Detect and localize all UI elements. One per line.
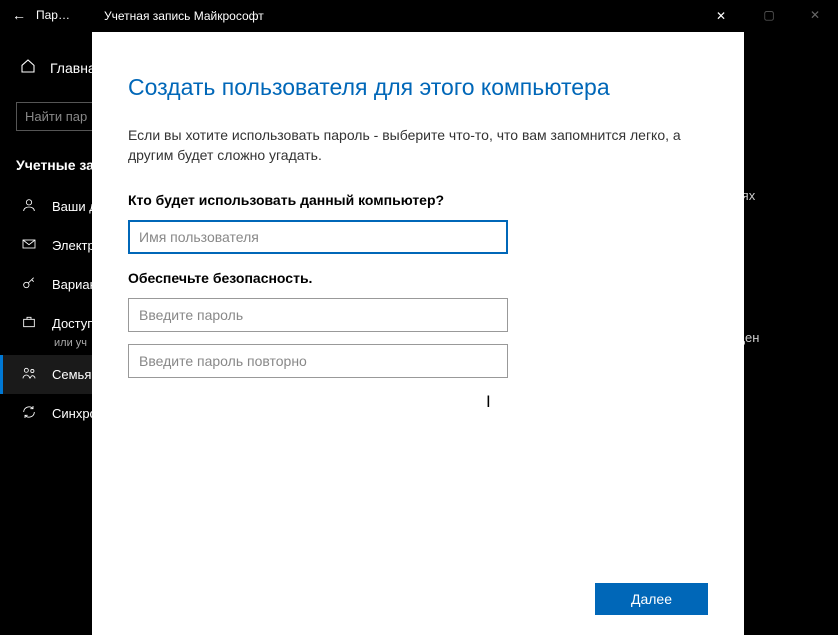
briefcase-icon xyxy=(20,314,38,333)
dialog-body: Создать пользователя для этого компьютер… xyxy=(92,32,744,635)
password-input[interactable] xyxy=(128,298,508,332)
maximize-button[interactable]: ▢ xyxy=(746,0,792,30)
sidebar-item-label: Семья xyxy=(52,367,91,382)
text-cursor-icon: I xyxy=(486,392,491,412)
dialog-close-button[interactable]: ✕ xyxy=(698,0,744,32)
security-label: Обеспечьте безопасность. xyxy=(128,270,708,286)
sidebar-item-label: Электр xyxy=(52,238,95,253)
user-icon xyxy=(20,197,38,216)
sync-icon xyxy=(20,404,38,423)
sidebar-item-label: Синхро xyxy=(52,406,97,421)
sidebar-item-label: Вариан xyxy=(52,277,97,292)
username-question: Кто будет использовать данный компьютер? xyxy=(128,192,708,208)
sidebar-item-label: Доступ xyxy=(52,316,94,331)
window-title: Пар… xyxy=(36,8,70,22)
sidebar-item-label: Ваши д xyxy=(52,199,97,214)
family-icon xyxy=(20,365,38,384)
dialog-heading: Создать пользователя для этого компьютер… xyxy=(128,74,708,101)
home-label: Главна xyxy=(50,60,96,76)
dialog-footer: Далее xyxy=(128,571,708,615)
key-icon xyxy=(20,275,38,294)
next-button[interactable]: Далее xyxy=(595,583,708,615)
close-button[interactable]: ✕ xyxy=(792,0,838,30)
dialog-description: Если вы хотите использовать пароль - выб… xyxy=(128,125,708,166)
dialog-title: Учетная запись Майкрософт xyxy=(104,9,264,23)
password-confirm-input[interactable] xyxy=(128,344,508,378)
dialog-titlebar: Учетная запись Майкрософт ✕ xyxy=(92,0,744,32)
username-input[interactable] xyxy=(128,220,508,254)
back-button[interactable]: ← xyxy=(12,7,26,23)
mail-icon xyxy=(20,236,38,255)
account-dialog: Учетная запись Майкрософт ✕ Создать поль… xyxy=(92,0,744,635)
home-icon xyxy=(20,58,36,78)
